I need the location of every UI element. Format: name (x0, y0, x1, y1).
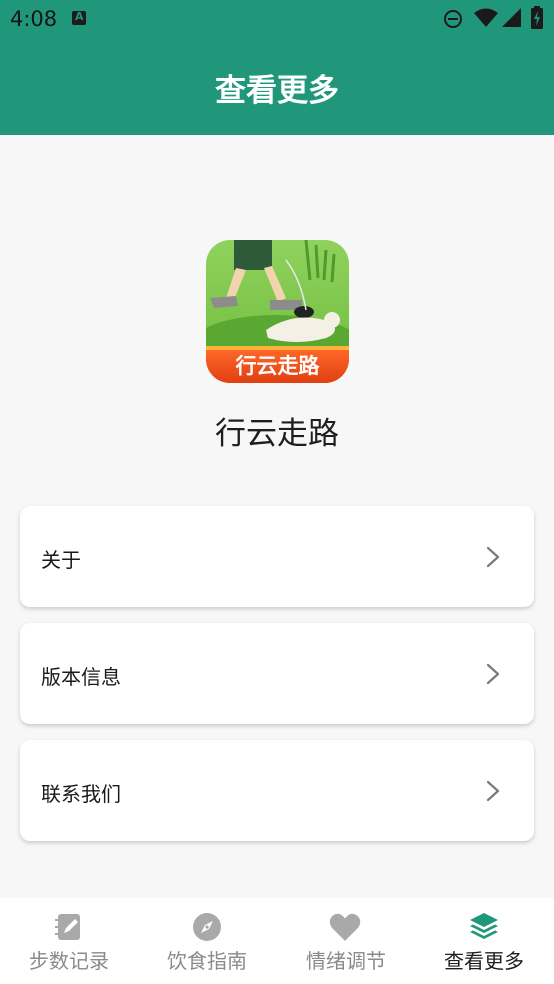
menu-item-label: 关于 (41, 548, 81, 572)
app-name: 行云走路 (215, 416, 339, 452)
nav-item-step-record[interactable]: 步数记录 (0, 898, 138, 984)
heart-icon (329, 913, 361, 941)
logo-text: 行云走路 (235, 354, 321, 378)
app-bar: 查看更多 (0, 38, 554, 135)
nav-label: 查看更多 (444, 949, 524, 973)
battery-icon (531, 6, 543, 29)
compass-icon (193, 913, 221, 941)
do-not-disturb-icon (444, 10, 462, 28)
status-bar: 4:08 (0, 0, 554, 38)
nav-label: 饮食指南 (167, 949, 247, 973)
layers-icon (470, 913, 498, 939)
nav-label: 情绪调节 (306, 949, 386, 973)
bottom-nav: 步数记录 饮食指南 情绪调节 查看更多 (0, 898, 554, 984)
menu-item-contact[interactable]: 联系我们 (20, 740, 534, 841)
menu-item-label: 联系我们 (41, 782, 121, 806)
wifi-icon (474, 8, 498, 27)
nav-item-more[interactable]: 查看更多 (415, 898, 553, 984)
notebook-pencil-icon (55, 914, 80, 940)
a-notification-icon (72, 10, 86, 25)
nav-label: 步数记录 (29, 949, 109, 973)
menu-item-label: 版本信息 (41, 665, 121, 689)
chevron-right-icon (486, 546, 500, 568)
app-logo: 行云走路 (206, 240, 349, 383)
signal-icon (502, 8, 521, 27)
menu-item-about[interactable]: 关于 (20, 506, 534, 607)
nav-item-diet-guide[interactable]: 饮食指南 (138, 898, 276, 984)
chevron-right-icon (486, 663, 500, 685)
nav-item-mood[interactable]: 情绪调节 (277, 898, 415, 984)
status-time: 4:08 (10, 7, 58, 31)
chevron-right-icon (486, 780, 500, 802)
menu-item-version[interactable]: 版本信息 (20, 623, 534, 724)
page-title: 查看更多 (215, 73, 339, 109)
